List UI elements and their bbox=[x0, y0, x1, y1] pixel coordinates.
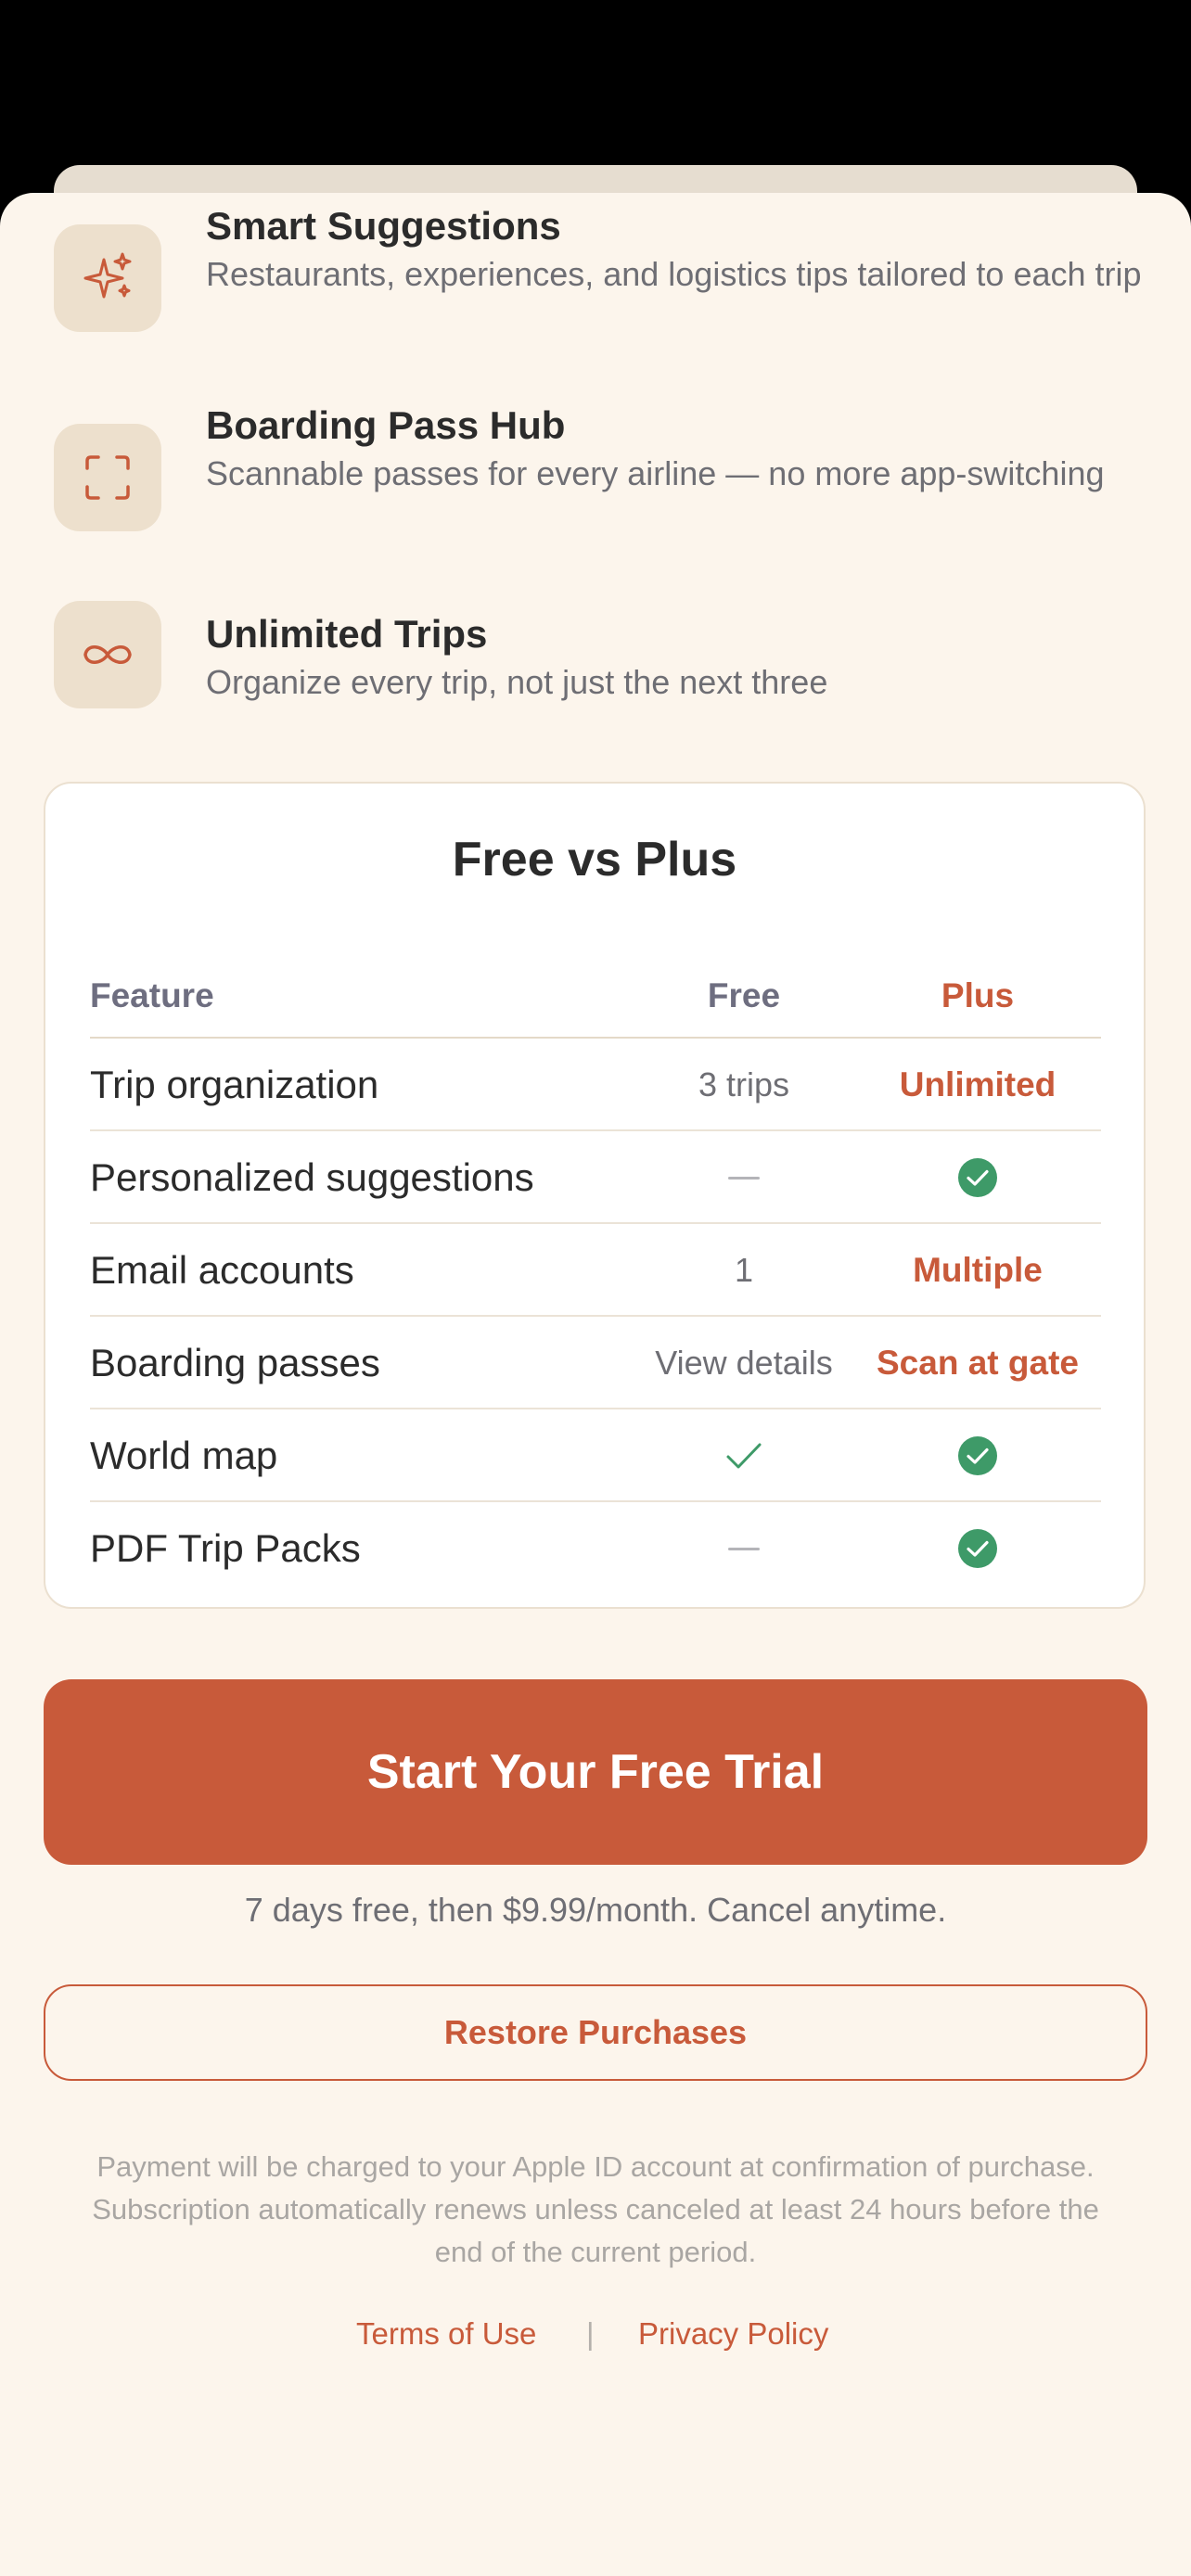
footer-links: Terms of Use | Privacy Policy bbox=[0, 2316, 1191, 2361]
row-plus-value bbox=[852, 1502, 1103, 1595]
row-plus-value: Multiple bbox=[913, 1251, 1043, 1289]
table-header-row: Feature Free Plus bbox=[90, 953, 1101, 1039]
scan-frame-icon bbox=[54, 424, 161, 531]
table-row: Boarding passes View details Scan at gat… bbox=[90, 1317, 1101, 1409]
row-plus-value: Unlimited bbox=[899, 1065, 1057, 1103]
checkmark-icon bbox=[726, 1443, 762, 1469]
terms-of-use-link[interactable]: Terms of Use bbox=[356, 2316, 536, 2352]
row-feature: Email accounts bbox=[90, 1248, 354, 1292]
row-plus-value: Scan at gate bbox=[877, 1344, 1079, 1382]
comparison-title: Free vs Plus bbox=[452, 833, 737, 886]
table-row: PDF Trip Packs bbox=[90, 1502, 1101, 1595]
table-row: Personalized suggestions bbox=[90, 1131, 1101, 1224]
feature-title: Smart Suggestions bbox=[206, 204, 561, 248]
feature-title: Unlimited Trips bbox=[206, 612, 488, 656]
trial-terms-note: 7 days free, then $9.99/month. Cancel an… bbox=[244, 1891, 947, 1929]
infinity-icon bbox=[54, 601, 161, 708]
header-plus: Plus bbox=[941, 976, 1015, 1014]
dash-icon bbox=[728, 1547, 760, 1550]
row-feature: World map bbox=[90, 1434, 278, 1477]
row-free-value: 1 bbox=[734, 1251, 754, 1289]
check-circle-icon bbox=[958, 1436, 997, 1475]
feature-description: Scannable passes for every airline — no … bbox=[206, 454, 1105, 492]
feature-description: Restaurants, experiences, and logistics … bbox=[206, 255, 1142, 293]
row-free-value: View details bbox=[655, 1344, 833, 1382]
check-circle-icon bbox=[958, 1158, 997, 1197]
feature-unlimited-trips: Unlimited Trips Organize every trip, not… bbox=[54, 601, 1148, 731]
table-row: Trip organization 3 trips Unlimited bbox=[90, 1039, 1101, 1131]
table-row: World map bbox=[90, 1409, 1101, 1502]
feature-smart-suggestions: Smart Suggestions Restaurants, experienc… bbox=[54, 204, 1148, 334]
feature-description: Organize every trip, not just the next t… bbox=[206, 663, 828, 701]
privacy-policy-link[interactable]: Privacy Policy bbox=[638, 2316, 828, 2352]
check-circle-icon bbox=[958, 1529, 997, 1568]
row-free-value bbox=[619, 1131, 869, 1224]
feature-boarding-pass-hub: Boarding Pass Hub Scannable passes for e… bbox=[54, 403, 1148, 533]
start-free-trial-button[interactable]: Start Your Free Trial bbox=[44, 1679, 1147, 1865]
dash-icon bbox=[728, 1176, 760, 1180]
row-feature: Personalized suggestions bbox=[90, 1155, 534, 1199]
row-feature: PDF Trip Packs bbox=[90, 1526, 361, 1570]
row-free-value: 3 trips bbox=[698, 1065, 790, 1103]
paywall-sheet: Smart Suggestions Restaurants, experienc… bbox=[0, 193, 1191, 2576]
feature-title: Boarding Pass Hub bbox=[206, 403, 566, 447]
row-plus-value bbox=[852, 1409, 1103, 1502]
header-feature: Feature bbox=[90, 976, 214, 1014]
sparkles-icon bbox=[54, 224, 161, 332]
comparison-table: Free vs Plus Feature Free Plus Trip orga… bbox=[44, 782, 1146, 1609]
row-free-value bbox=[619, 1409, 869, 1502]
row-plus-value bbox=[852, 1131, 1103, 1224]
header-free: Free bbox=[707, 976, 781, 1014]
row-free-value bbox=[619, 1502, 869, 1595]
row-feature: Trip organization bbox=[90, 1063, 379, 1106]
legal-disclaimer: Payment will be charged to your Apple ID… bbox=[92, 2150, 1099, 2268]
table-row: Email accounts 1 Multiple bbox=[90, 1224, 1101, 1317]
link-separator: | bbox=[586, 2316, 595, 2351]
restore-purchases-button[interactable]: Restore Purchases bbox=[44, 1984, 1147, 2081]
row-feature: Boarding passes bbox=[90, 1341, 380, 1384]
